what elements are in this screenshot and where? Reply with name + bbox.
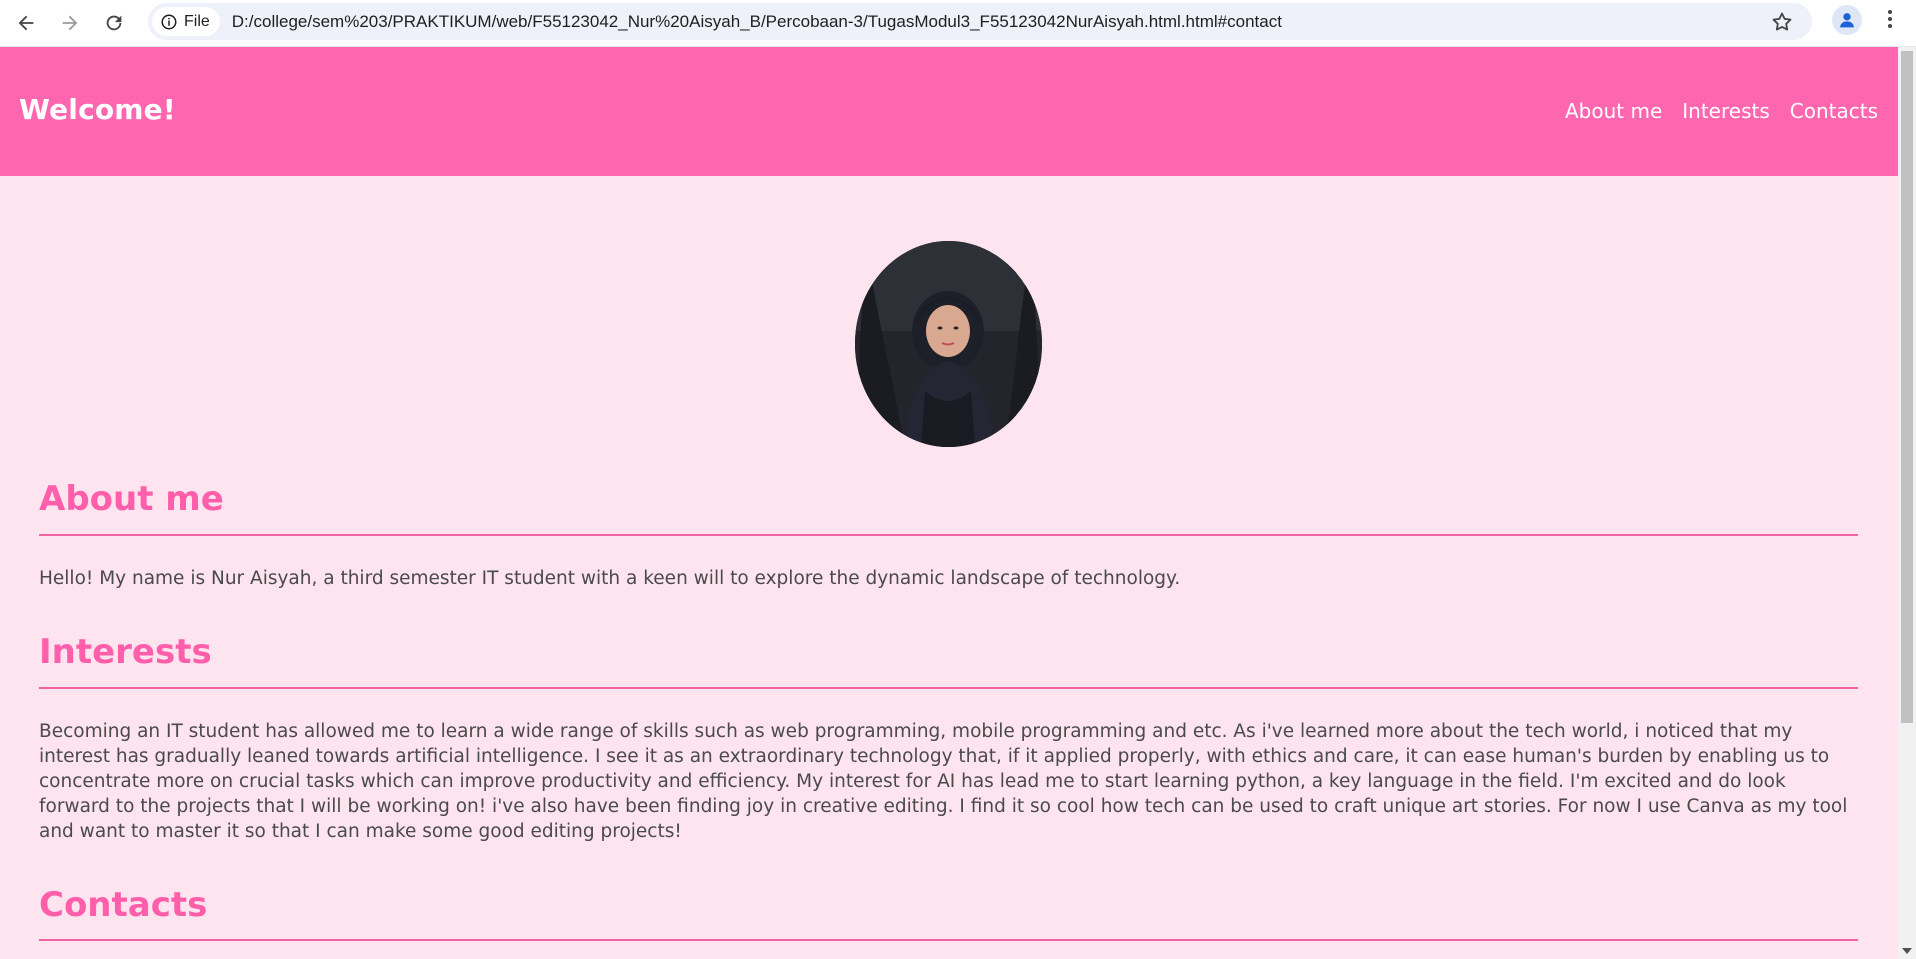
arrow-left-icon xyxy=(18,15,34,31)
profile-photo xyxy=(855,241,1042,447)
person-icon xyxy=(1840,13,1854,28)
top-navigation: About me Interests Contacts xyxy=(1565,99,1878,123)
forward-button[interactable] xyxy=(52,5,88,41)
nav-link-about[interactable]: About me xyxy=(1565,99,1662,123)
site-info-label: File xyxy=(184,12,210,30)
info-icon xyxy=(161,14,177,29)
about-text: Hello! My name is Nur Aisyah, a third se… xyxy=(39,568,1181,589)
browser-toolbar: File D:/college/sem%203/PRAKTIKUM/web/F5… xyxy=(0,0,1916,47)
reload-icon xyxy=(106,15,122,31)
vertical-scrollbar[interactable] xyxy=(1898,47,1916,959)
brand-title: Welcome! xyxy=(19,93,176,126)
star-icon[interactable] xyxy=(1770,10,1794,34)
site-info-chip[interactable]: File xyxy=(152,7,220,36)
kebab-menu-icon[interactable] xyxy=(1878,7,1902,31)
nav-link-interests[interactable]: Interests xyxy=(1682,99,1770,123)
contacts-divider xyxy=(39,939,1858,941)
scrollbar-thumb[interactable] xyxy=(1901,51,1913,723)
profile-button[interactable] xyxy=(1832,5,1862,35)
url-text[interactable]: D:/college/sem%203/PRAKTIKUM/web/F551230… xyxy=(232,12,1282,32)
contacts-heading: Contacts xyxy=(39,885,208,925)
reload-button[interactable] xyxy=(96,5,132,41)
site-header: Welcome! About me Interests Contacts xyxy=(0,47,1898,176)
interests-text: Becoming an IT student has allowed me to… xyxy=(39,721,1848,842)
interests-heading: Interests xyxy=(39,632,212,672)
scroll-down-arrow-icon[interactable] xyxy=(1902,948,1912,954)
address-bar[interactable]: File D:/college/sem%203/PRAKTIKUM/web/F5… xyxy=(148,3,1812,40)
nav-link-contacts[interactable]: Contacts xyxy=(1790,99,1878,123)
about-divider xyxy=(39,534,1858,536)
arrow-right-icon xyxy=(62,15,78,31)
profile-photo-image xyxy=(855,241,1042,447)
interests-divider xyxy=(39,687,1858,689)
about-heading: About me xyxy=(39,479,224,519)
back-button[interactable] xyxy=(8,5,44,41)
